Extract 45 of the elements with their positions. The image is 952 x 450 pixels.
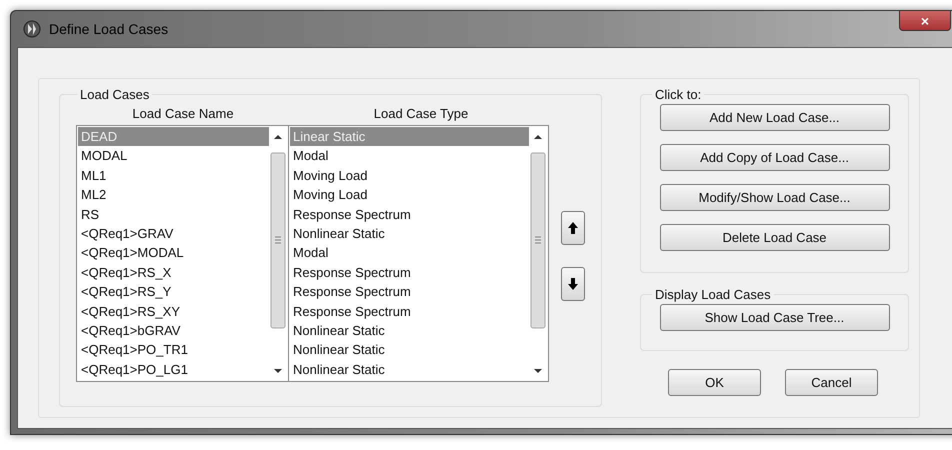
down-arrow-icon <box>567 277 579 291</box>
list-item[interactable]: Response Spectrum <box>290 282 529 302</box>
list-item[interactable]: Response Spectrum <box>290 302 529 321</box>
group-title: Load Cases <box>79 87 150 102</box>
type-list[interactable]: Linear Static Modal Moving Load Moving Load Response Spectrum Nonlinear Static Modal Response Spectrum Response Spectrum Response Spectrum Nonlinear Static Nonlinear Static Nonlinear Static <box>289 125 549 382</box>
list-item[interactable]: <QReq1>PO_LG1 <box>78 360 269 380</box>
list-item[interactable]: Response Spectrum <box>290 204 529 224</box>
list-item[interactable]: Response Spectrum <box>290 262 529 282</box>
group-title: Display Load Cases <box>654 287 772 302</box>
list-item[interactable]: Modal <box>290 243 529 263</box>
list-item[interactable]: <QReq1>RS_Y <box>78 282 269 302</box>
name-list[interactable]: DEAD MODAL ML1 ML2 RS <QReq1>GRAV <QReq1>MODAL <QReq1>RS_X <QReq1>RS_Y <QReq1>RS_XY <QReq1>bGRAV <QReq1>PO_TR1 <QReq1>PO_LG1 <box>76 125 289 382</box>
dialog-button[interactable]: OK <box>668 369 761 396</box>
list-item[interactable]: <QReq1>MODAL <box>78 243 269 263</box>
action-button[interactable]: Modify/Show Load Case... <box>660 184 890 211</box>
dialog-button[interactable]: Cancel <box>785 369 878 396</box>
column-header: Load Case Name <box>131 106 235 121</box>
action-button[interactable]: Add New Load Case... <box>660 104 890 131</box>
action-button[interactable]: Add Copy of Load Case... <box>660 144 890 171</box>
list-item[interactable]: Nonlinear Static <box>290 320 529 340</box>
move-up-button[interactable] <box>561 211 585 245</box>
column-header: Load Case Type <box>372 106 470 121</box>
list-item[interactable]: <QReq1>RS_XY <box>78 302 269 321</box>
move-down-button[interactable] <box>561 267 585 301</box>
window-title: Define Load Cases <box>49 21 168 37</box>
list-item[interactable]: <QReq1>GRAV <box>78 224 269 244</box>
group-title: Click to: <box>654 87 702 102</box>
list-item[interactable]: Moving Load <box>290 166 529 186</box>
list-item[interactable]: <QReq1>bGRAV <box>78 320 269 340</box>
list-item[interactable]: ML2 <box>78 185 269 205</box>
tree-button[interactable]: Show Load Case Tree... <box>660 304 890 331</box>
list-item[interactable]: MODAL <box>78 146 269 166</box>
list-item[interactable]: <QReq1>PO_TR1 <box>78 340 269 360</box>
action-button[interactable]: Delete Load Case <box>660 224 890 251</box>
list-item[interactable]: Nonlinear Static <box>290 224 529 244</box>
app-logo-icon <box>23 20 41 38</box>
list-item[interactable]: <QReq1>RS_X <box>78 262 269 282</box>
list-item[interactable]: Modal <box>290 146 529 166</box>
up-arrow-icon <box>567 221 579 235</box>
close-button[interactable]: × <box>899 11 951 31</box>
list-item[interactable]: Moving Load <box>290 185 529 205</box>
list-item[interactable]: ML1 <box>78 166 269 186</box>
list-item[interactable]: Nonlinear Static <box>290 340 529 360</box>
list-item[interactable]: RS <box>78 204 269 224</box>
list-item[interactable]: Nonlinear Static <box>290 360 529 380</box>
